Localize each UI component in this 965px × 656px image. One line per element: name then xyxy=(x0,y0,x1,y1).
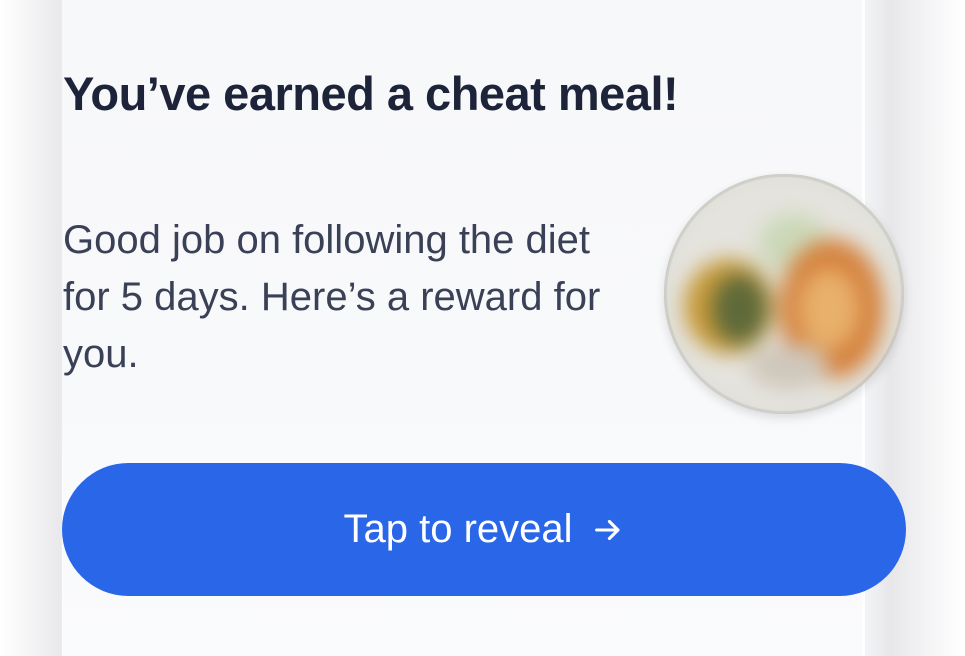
tap-to-reveal-button[interactable]: Tap to reveal xyxy=(62,463,906,596)
food-image-content xyxy=(664,174,904,414)
arrow-right-icon xyxy=(594,519,619,540)
left-edge-shadow xyxy=(0,0,70,656)
tap-to-reveal-label: Tap to reveal xyxy=(343,507,573,551)
reward-message: Good job on following the diet for 5 day… xyxy=(63,218,601,376)
reward-title: You’ve earned a cheat meal! xyxy=(63,67,679,120)
blurred-food-image xyxy=(664,174,904,414)
